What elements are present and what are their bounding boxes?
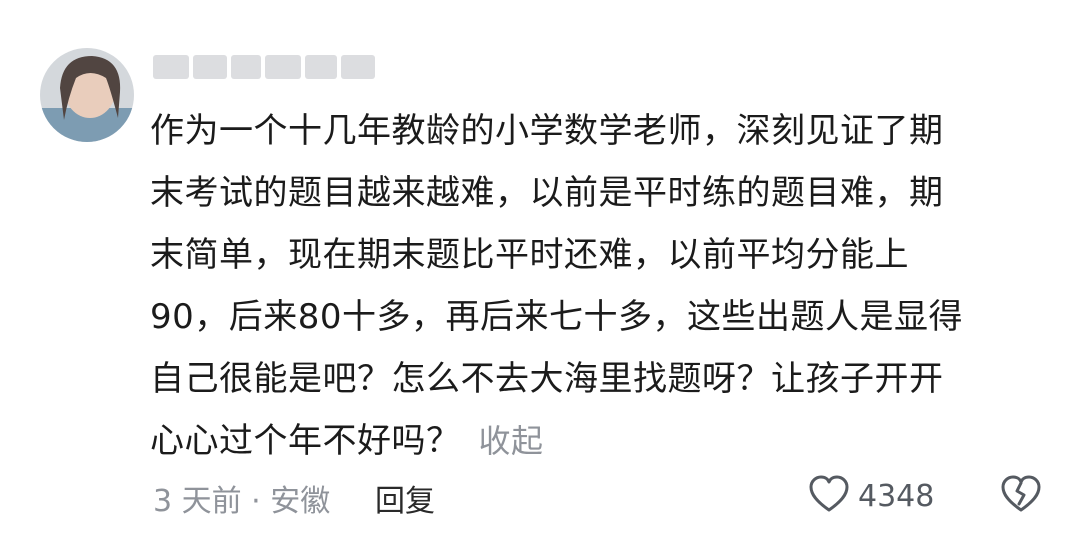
- comment-line: 90，后来80十多，再后来七十多，这些出题人是显得: [150, 297, 964, 337]
- comment-line: 末考试的题目越来越难，以前是平时练的题目难，期: [150, 173, 944, 213]
- like-count: 4348: [858, 478, 935, 514]
- avatar[interactable]: [40, 48, 134, 142]
- comment-text: 作为一个十几年教龄的小学数学老师，深刻见证了期 末考试的题目越来越难，以前是平时…: [150, 100, 1050, 472]
- blurred-block: [341, 55, 375, 79]
- blurred-block: [153, 55, 189, 79]
- comment-line: 末简单，现在期末题比平时还难，以前平均分能上: [150, 235, 909, 275]
- broken-heart-icon: [1000, 475, 1042, 518]
- blurred-block: [265, 55, 301, 79]
- comment-card: 作为一个十几年教龄的小学数学老师，深刻见证了期 末考试的题目越来越难，以前是平时…: [0, 0, 1080, 547]
- time-location: 3 天前 · 安徽: [153, 484, 331, 519]
- blurred-block: [193, 55, 227, 79]
- comment-line-text: 心心过个年不好吗？: [150, 421, 461, 461]
- user-avatar-icon: [40, 48, 134, 142]
- like-button[interactable]: 4348: [808, 474, 934, 518]
- heart-outline-icon: [808, 474, 850, 518]
- username-blurred[interactable]: [153, 50, 385, 84]
- comment-line-last: 心心过个年不好吗？ 收起: [150, 410, 1050, 472]
- comment-footer: 3 天前 · 安徽 回复 4348: [153, 470, 1043, 520]
- dislike-button[interactable]: [1000, 474, 1042, 518]
- blurred-block: [231, 55, 261, 79]
- reply-button[interactable]: 回复: [375, 476, 435, 520]
- blurred-block: [305, 55, 337, 79]
- comment-line: 作为一个十几年教龄的小学数学老师，深刻见证了期: [150, 111, 944, 151]
- comment-line: 自己很能是吧？怎么不去大海里找题呀？让孩子开开: [150, 359, 944, 399]
- collapse-link[interactable]: 收起: [479, 422, 544, 460]
